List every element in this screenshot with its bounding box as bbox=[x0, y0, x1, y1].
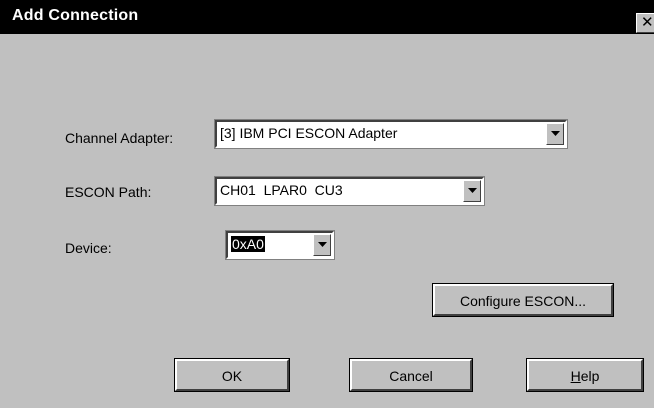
configure-escon-button[interactable]: Configure ESCON... bbox=[432, 283, 614, 317]
escon-path-label: ESCON Path: bbox=[65, 184, 152, 200]
chevron-down-icon bbox=[551, 131, 560, 136]
close-icon: ✕ bbox=[641, 14, 654, 31]
cancel-label: Cancel bbox=[389, 368, 433, 384]
title-bar: Add Connection bbox=[0, 0, 654, 34]
device-select[interactable]: 0xA0 bbox=[225, 230, 335, 260]
channel-adapter-select[interactable]: [3] IBM PCI ESCON Adapter bbox=[214, 119, 568, 149]
channel-adapter-dropdown-button[interactable] bbox=[546, 123, 564, 145]
help-label-rest: elp bbox=[580, 368, 600, 384]
device-label: Device: bbox=[65, 240, 112, 256]
escon-path-dropdown-button[interactable] bbox=[463, 180, 481, 202]
chevron-down-icon bbox=[318, 242, 327, 247]
help-label: Help bbox=[571, 368, 600, 384]
escon-path-value: CH01 LPAR0 CU3 bbox=[220, 182, 343, 198]
configure-escon-label: Configure ESCON... bbox=[459, 293, 587, 309]
device-dropdown-button[interactable] bbox=[313, 234, 331, 256]
help-hotkey: H bbox=[570, 368, 581, 384]
ok-button[interactable]: OK bbox=[174, 358, 290, 392]
help-button[interactable]: Help bbox=[526, 358, 644, 392]
cancel-button[interactable]: Cancel bbox=[349, 358, 473, 392]
dialog-title: Add Connection bbox=[12, 7, 139, 24]
device-value: 0xA0 bbox=[231, 236, 265, 252]
channel-adapter-label: Channel Adapter: bbox=[65, 130, 174, 146]
chevron-down-icon bbox=[468, 188, 477, 193]
channel-adapter-value: [3] IBM PCI ESCON Adapter bbox=[220, 125, 398, 141]
ok-label: OK bbox=[221, 368, 243, 384]
close-button[interactable]: ✕ bbox=[636, 13, 654, 33]
escon-path-select[interactable]: CH01 LPAR0 CU3 bbox=[214, 176, 485, 206]
